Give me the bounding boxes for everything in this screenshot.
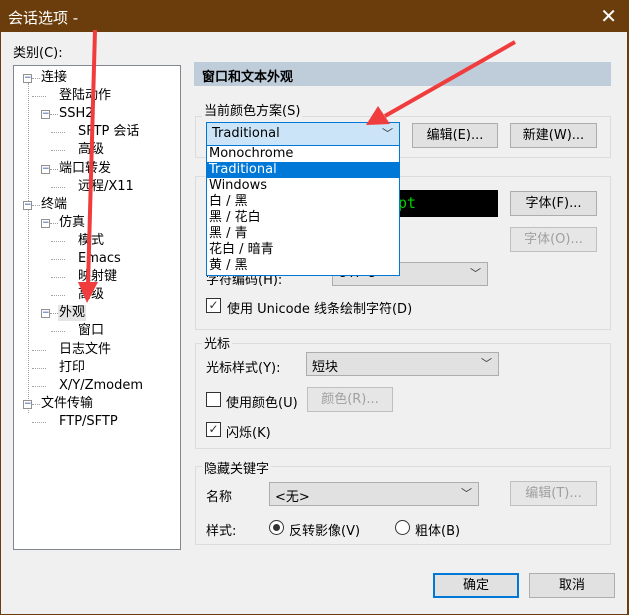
bold-radio[interactable] xyxy=(395,520,410,535)
unicode-checkbox[interactable]: ✓ xyxy=(206,298,221,313)
collapse-icon[interactable]: − xyxy=(41,110,50,120)
tree-item[interactable]: 高级 xyxy=(77,142,105,158)
tree-connector xyxy=(32,204,40,206)
tree-connector xyxy=(50,313,58,315)
cursor-style-value: 短块 xyxy=(312,360,339,375)
tree-connector xyxy=(32,403,40,405)
keyword-group-label: 隐藏关键字 xyxy=(202,458,272,477)
tree-connector xyxy=(51,277,65,279)
tree-connector xyxy=(32,78,40,79)
tree-connector xyxy=(51,259,65,260)
tree-connector xyxy=(32,367,46,369)
chevron-down-icon: ﹀ xyxy=(481,357,492,370)
close-icon[interactable]: ✕ xyxy=(600,4,617,28)
panel-header: 窗口和文本外观 xyxy=(194,62,611,86)
new-scheme-button[interactable]: 新建(W)... xyxy=(510,123,597,148)
scheme-dropdown-list[interactable]: Monochrome Traditional Windows 白 / 黑黑 / 花白黑… xyxy=(206,146,400,276)
tree-item[interactable]: 日志文件 xyxy=(58,342,112,358)
tree-item[interactable]: 外观 xyxy=(58,305,87,322)
dropdown-option[interactable]: Traditional xyxy=(207,162,399,178)
reverse-video-radio[interactable] xyxy=(269,520,284,535)
tree-item[interactable]: 打印 xyxy=(58,360,86,376)
tree-item[interactable]: 连接 xyxy=(40,70,68,86)
tree-connector xyxy=(32,349,46,351)
tree-connector xyxy=(50,168,58,170)
use-color-label: 使用颜色(U) xyxy=(226,396,298,411)
keyword-edit-button: 编辑(T)... xyxy=(510,481,597,506)
category-label: 类别(C): xyxy=(13,46,63,61)
tree-connector xyxy=(51,132,65,134)
scheme-combo[interactable]: Traditional ﹀ xyxy=(206,122,400,146)
dropdown-option[interactable]: Monochrome xyxy=(207,146,399,162)
font-button[interactable]: 字体(F)... xyxy=(510,191,597,216)
dropdown-option[interactable]: 白 / 黑 xyxy=(207,194,399,210)
dropdown-option[interactable]: 黄 / 黑 xyxy=(207,258,399,274)
dropdown-option[interactable]: 花白 / 暗青 xyxy=(207,242,399,258)
tree-line xyxy=(28,83,29,413)
tree-connector xyxy=(51,186,65,188)
bold-label: 粗体(B) xyxy=(415,524,461,539)
keyword-name-combo[interactable]: <无> ﹀ xyxy=(269,482,479,506)
dropdown-option[interactable]: 黑 / 青 xyxy=(207,226,399,242)
blink-checkbox[interactable]: ✓ xyxy=(206,422,221,437)
tree-item[interactable]: 仿真 xyxy=(58,215,86,231)
category-tree[interactable]: 连接 − 登陆动作 SSH2− SFTP 会话 高级 端口转发 − 远程/X11 终端 − 仿真 − 模式… xyxy=(13,65,181,550)
use-color-checkbox[interactable] xyxy=(206,392,221,407)
tree-item[interactable]: 终端 xyxy=(40,197,68,213)
chevron-down-icon: ﹀ xyxy=(382,127,393,140)
reverse-video-label: 反转影像(V) xyxy=(289,524,361,539)
title-bar: 会话选项 - ✕ xyxy=(0,0,629,32)
tree-connector xyxy=(32,96,46,98)
tree-item[interactable]: 模式 xyxy=(77,233,105,249)
tree-item[interactable]: 窗口 xyxy=(77,323,105,339)
dropdown-option[interactable]: 黑 / 花白 xyxy=(207,210,399,226)
tree-item[interactable]: FTP/SFTP xyxy=(58,414,119,430)
tree-connector xyxy=(32,421,46,423)
collapse-icon[interactable]: − xyxy=(23,200,32,210)
scheme-label: 当前颜色方案(S) xyxy=(202,100,303,119)
chevron-down-icon: ﹀ xyxy=(470,267,481,280)
tree-item[interactable]: SSH2 xyxy=(58,106,95,122)
tree-connector xyxy=(51,295,65,297)
collapse-icon[interactable]: − xyxy=(41,309,50,319)
tree-connector xyxy=(32,385,46,387)
ok-button[interactable]: 确定 xyxy=(433,573,519,598)
preview-text: pt xyxy=(398,194,417,212)
collapse-icon[interactable]: − xyxy=(23,399,32,409)
tree-item[interactable]: SFTP 会话 xyxy=(77,124,140,140)
edit-scheme-button[interactable]: 编辑(E)... xyxy=(412,123,498,148)
cursor-group-label: 光标 xyxy=(202,333,233,352)
chevron-down-icon: ﹀ xyxy=(461,487,472,500)
tree-item[interactable]: Emacs xyxy=(77,251,122,267)
unicode-label: 使用 Unicode 线条绘制字符(D) xyxy=(227,302,413,317)
tree-item[interactable]: 远程/X11 xyxy=(77,179,135,195)
tree-connector xyxy=(51,331,65,333)
tree-item[interactable]: 登陆动作 xyxy=(58,88,112,104)
font2-button: 字体(O)... xyxy=(510,227,597,252)
collapse-icon[interactable]: − xyxy=(41,218,50,228)
tree-connector xyxy=(51,150,65,152)
tree-item[interactable]: 端口转发 xyxy=(58,161,112,177)
tree-connector xyxy=(51,240,65,242)
keyword-style-label: 样式: xyxy=(206,524,237,539)
cancel-button[interactable]: 取消 xyxy=(529,573,615,598)
blink-label: 闪烁(K) xyxy=(226,426,271,441)
tree-connector xyxy=(50,222,58,224)
dropdown-option[interactable]: Windows xyxy=(207,178,399,194)
keyword-name-value: <无> xyxy=(275,490,310,505)
cursor-style-label: 光标样式(Y): xyxy=(206,361,281,376)
cursor-style-combo[interactable]: 短块 ﹀ xyxy=(306,352,499,376)
scheme-value: Traditional xyxy=(212,126,280,141)
window-title: 会话选项 - xyxy=(8,9,79,27)
collapse-icon[interactable]: − xyxy=(41,164,50,174)
tree-connector xyxy=(50,114,58,116)
collapse-icon[interactable]: − xyxy=(23,74,32,83)
tree-item[interactable]: 映射键 xyxy=(77,269,118,285)
tree-item[interactable]: 文件传输 xyxy=(40,396,94,412)
tree-item[interactable]: 高级 xyxy=(77,287,105,303)
tree-item[interactable]: X/Y/Zmodem xyxy=(58,378,144,394)
keyword-name-label: 名称 xyxy=(206,490,233,505)
cursor-color-button: 颜色(R)... xyxy=(307,387,393,412)
